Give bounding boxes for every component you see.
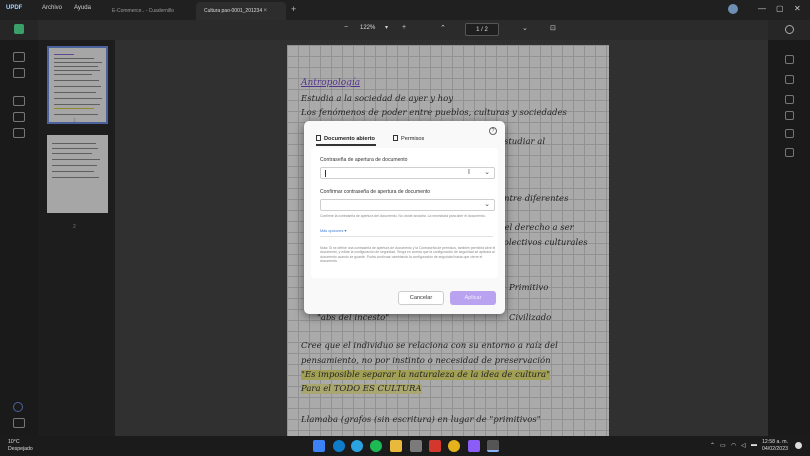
page-indicator[interactable]: 1 / 2 [465, 23, 499, 36]
active-tab-indicator [316, 144, 376, 146]
tab-label: E-Commerce.. - Cuadernillo [112, 8, 174, 14]
password-field[interactable]: I ⌄ [320, 167, 495, 179]
fit-page-icon[interactable]: ⊡ [550, 24, 556, 32]
avatar[interactable] [728, 4, 738, 14]
file-explorer-icon[interactable] [390, 440, 402, 452]
chevron-down-icon[interactable]: ⌄ [484, 168, 490, 176]
password-label: Contraseña de apertura de documento [320, 157, 408, 163]
app-icon[interactable] [468, 440, 480, 452]
temperature: 10°C [8, 439, 20, 445]
text-caret [325, 170, 326, 177]
close-icon[interactable]: × [264, 8, 268, 14]
security-note: Nota: Si se define una contraseña de ape… [320, 246, 496, 263]
confirm-password-label: Confirmar contraseña de apertura de docu… [320, 189, 431, 195]
telegram-icon[interactable] [351, 440, 363, 452]
new-tab-button[interactable]: + [291, 4, 296, 14]
clock[interactable]: 12:58 a. m. 04/02/2023 [762, 439, 788, 452]
tab-ecommerce[interactable]: E-Commerce.. - Cuadernillo [104, 2, 194, 20]
menu-archivo[interactable]: Archivo [42, 5, 62, 11]
tab-label: Permisos [401, 136, 425, 142]
volume-icon[interactable]: ◁ [741, 442, 746, 449]
notification-icon[interactable] [795, 442, 802, 449]
password-dialog: ? Documento abierto Permisos Contraseña … [304, 121, 505, 314]
divider [320, 236, 493, 237]
page-current: 1 [476, 27, 480, 33]
document-icon [316, 135, 321, 141]
reader-mode-icon[interactable] [14, 24, 24, 34]
minimize-icon[interactable]: — [758, 4, 766, 13]
close-window-icon[interactable]: ✕ [794, 4, 801, 13]
chevron-down-icon[interactable]: ⌄ [484, 200, 490, 208]
tab-permissions[interactable]: Permisos [393, 135, 424, 142]
chevron-down-icon[interactable]: ▾ [385, 24, 388, 31]
cancel-button[interactable]: Cancelar [398, 291, 444, 305]
search-icon[interactable] [785, 25, 794, 34]
date: 04/02/2023 [762, 445, 788, 452]
toolbar: − 122% ▾ + ⌃ 1 / 2 ⌄ ⊡ [0, 20, 810, 40]
cursor-ibeam-icon: I [468, 169, 470, 176]
files-app-icon[interactable] [410, 440, 422, 452]
spotify-icon[interactable] [370, 440, 382, 452]
updf-taskbar-icon[interactable] [487, 440, 499, 452]
tab-document-open[interactable]: Documento abierto [316, 135, 375, 142]
document-icon [393, 135, 398, 141]
help-icon[interactable]: ? [489, 127, 497, 135]
more-options-link[interactable]: Más opciones ▾ [320, 228, 346, 233]
time: 12:58 a. m. [762, 439, 788, 445]
taskbar: 10°C Despejado ⌃ ▭ ◠ ◁ ▬ 12:58 a. m. 04/… [0, 436, 810, 456]
chrome-icon[interactable] [448, 440, 460, 452]
weather-status: Despejado [8, 445, 33, 452]
page-total: 2 [484, 27, 488, 33]
confirm-password-field[interactable]: ⌄ [320, 199, 495, 211]
start-icon[interactable] [313, 440, 325, 452]
tab-cultura[interactable]: Cultura pao-0001_201234 × [196, 2, 286, 20]
page-down-icon[interactable]: ⌄ [522, 24, 528, 32]
tab-label: Documento abierto [324, 136, 375, 142]
edge-icon[interactable] [333, 440, 345, 452]
password-hint: Confirme la contraseña de apertura del d… [320, 214, 486, 218]
zoom-in-icon[interactable]: + [402, 24, 406, 31]
wifi-icon[interactable]: ◠ [731, 442, 736, 449]
dialog-body: Contraseña de apertura de documento I ⌄ … [311, 148, 498, 278]
zoom-out-icon[interactable]: − [344, 24, 348, 31]
battery-icon[interactable]: ▬ [751, 442, 757, 448]
language-icon[interactable]: ▭ [720, 442, 726, 449]
app-logo: UPDF [6, 5, 23, 11]
apply-button[interactable]: Aplicar [450, 291, 496, 305]
title-bar: UPDF Archivo Ayuda E-Commerce.. - Cuader… [0, 0, 810, 20]
menu-ayuda[interactable]: Ayuda [74, 5, 91, 11]
tab-label: Cultura pao-0001_201234 [204, 8, 263, 14]
pdf-app-icon[interactable] [429, 440, 441, 452]
page-separator: / [481, 27, 483, 33]
page-up-icon[interactable]: ⌃ [440, 24, 446, 32]
weather-widget[interactable]: 10°C Despejado [8, 439, 33, 452]
zoom-level[interactable]: 122% [360, 25, 375, 31]
maximize-icon[interactable]: ▢ [776, 4, 784, 13]
chevron-up-icon[interactable]: ⌃ [710, 442, 715, 449]
